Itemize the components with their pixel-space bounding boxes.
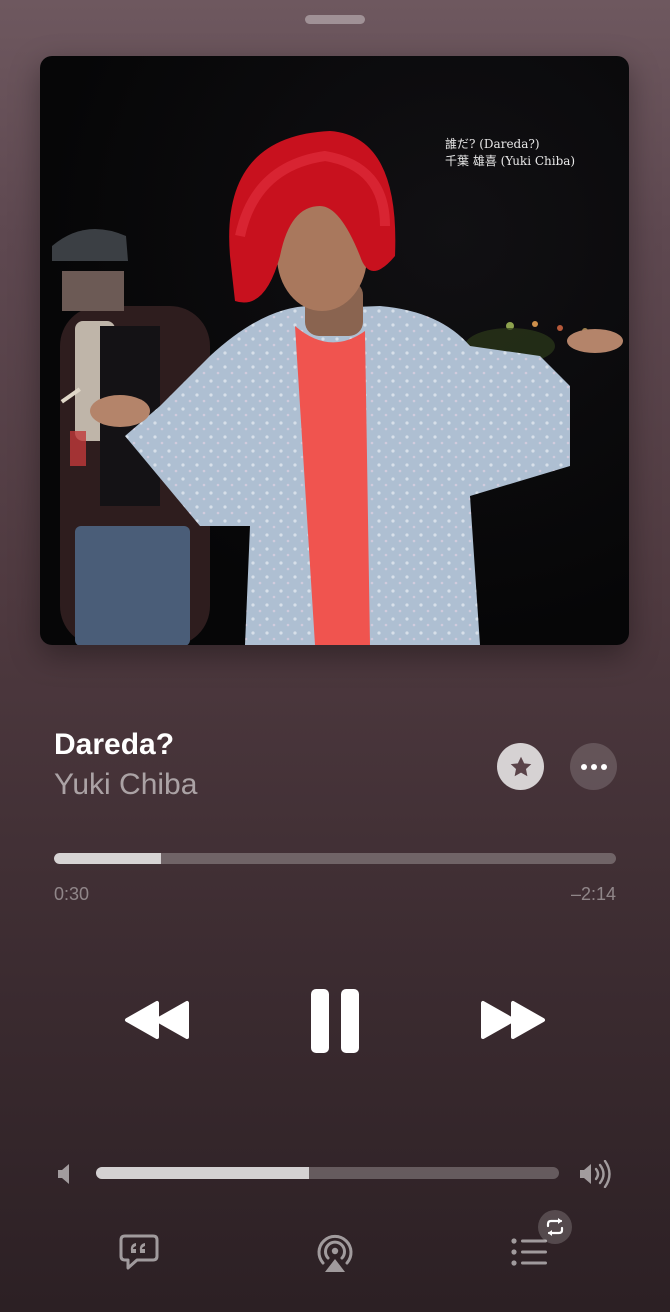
- speaker-high-icon: [580, 1159, 611, 1189]
- repeat-badge[interactable]: [538, 1210, 572, 1244]
- airplay-icon: [317, 1234, 353, 1272]
- fast-forward-button[interactable]: [476, 995, 550, 1045]
- pause-button[interactable]: [300, 985, 370, 1057]
- speaker-low-icon: [58, 1164, 69, 1184]
- rewind-button[interactable]: [120, 995, 194, 1045]
- volume-high-indicator: [578, 1159, 614, 1193]
- volume-slider[interactable]: [96, 1167, 559, 1179]
- artist-name[interactable]: Yuki Chiba: [54, 768, 197, 802]
- star-icon: [510, 756, 531, 776]
- list-icon: [511, 1238, 547, 1266]
- airplay-button[interactable]: [312, 1230, 358, 1276]
- playback-scrubber[interactable]: [54, 853, 616, 864]
- volume-low-indicator: [56, 1163, 74, 1190]
- favorite-button[interactable]: [497, 743, 544, 790]
- album-artwork: 誰だ? (Dareda?) 千葉 雄喜 (Yuki Chiba): [40, 56, 629, 645]
- elapsed-time: 0:30: [54, 884, 90, 904]
- remaining-time: –2:14: [570, 884, 616, 904]
- repeat-icon: [546, 1218, 564, 1236]
- fast-forward-icon: [481, 1001, 545, 1039]
- more-button[interactable]: [570, 743, 617, 790]
- sheet-grabber[interactable]: [305, 15, 365, 24]
- ellipsis-icon: [580, 763, 607, 770]
- song-title: Dareda?: [54, 728, 175, 761]
- pause-icon: [311, 989, 359, 1053]
- rewind-icon: [125, 1001, 189, 1039]
- playback-progress-fill: [54, 853, 161, 864]
- artwork-caption: 誰だ? (Dareda?) 千葉 雄喜 (Yuki Chiba): [445, 136, 575, 170]
- quote-bubble-icon: [119, 1234, 159, 1270]
- artwork-caption-line1: 誰だ? (Dareda?): [445, 137, 540, 151]
- lyrics-button[interactable]: [116, 1230, 162, 1274]
- artwork-caption-line2: 千葉 雄喜 (Yuki Chiba): [445, 154, 576, 168]
- volume-level-fill: [96, 1167, 309, 1179]
